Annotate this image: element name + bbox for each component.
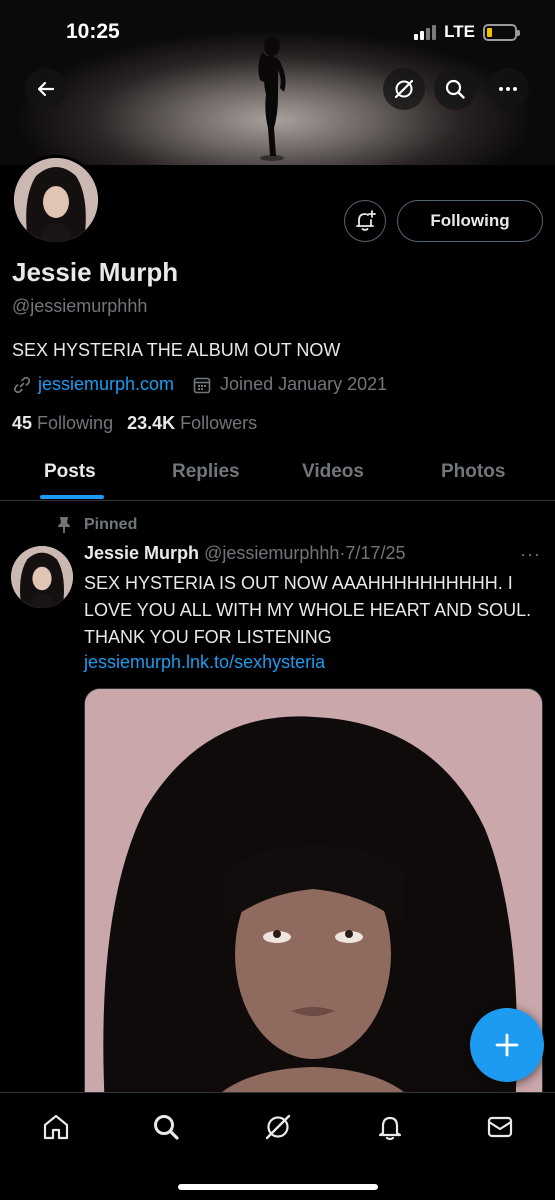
back-button[interactable] — [25, 68, 67, 110]
following-button[interactable]: Following — [397, 200, 543, 242]
signal-icon — [414, 24, 437, 40]
nav-grok[interactable] — [262, 1111, 294, 1143]
profile-avatar[interactable] — [11, 155, 101, 245]
active-tab-indicator — [40, 495, 104, 499]
pinned-indicator: Pinned — [56, 516, 137, 534]
status-time: 10:25 — [66, 20, 120, 43]
post-date[interactable]: 7/17/25 — [345, 543, 405, 563]
home-indicator[interactable] — [178, 1184, 378, 1190]
link-icon — [13, 376, 31, 393]
avatar-image — [14, 158, 98, 242]
more-button[interactable] — [487, 68, 529, 110]
tab-photos[interactable]: Photos — [441, 461, 505, 483]
banner-silhouette — [258, 36, 286, 161]
profile-meta: jessiemurph.com Joined January 2021 — [12, 374, 387, 395]
profile-handle: @jessiemurphhh — [12, 296, 148, 316]
grok-icon — [265, 1114, 291, 1140]
pinned-label: Pinned — [84, 516, 138, 533]
website-link[interactable]: jessiemurph.com — [38, 374, 174, 395]
back-arrow-icon — [37, 81, 55, 97]
notifications-icon — [378, 1116, 402, 1141]
display-name: Jessie Murph — [12, 257, 179, 287]
tab-replies[interactable]: Replies — [172, 461, 240, 483]
notify-button[interactable] — [344, 200, 386, 242]
nav-home[interactable] — [40, 1111, 72, 1143]
grok-icon — [394, 79, 414, 99]
following-label: Following — [37, 413, 114, 433]
profile-stats: 45 Following 23.4K Followers — [12, 413, 257, 434]
search-button[interactable] — [434, 68, 476, 110]
post-author-name[interactable]: Jessie Murph — [84, 543, 199, 563]
tab-posts[interactable]: Posts — [44, 461, 96, 483]
battery-icon — [483, 23, 520, 41]
search-icon — [445, 79, 465, 99]
nav-messages[interactable] — [484, 1111, 516, 1143]
joined-date: Joined January 2021 — [220, 374, 388, 394]
messages-icon — [487, 1116, 513, 1138]
pin-icon — [58, 517, 70, 533]
profile-bio: SEX HYSTERIA THE ALBUM OUT NOW — [12, 340, 341, 360]
post-more-button[interactable]: ··· — [520, 544, 541, 565]
post-avatar[interactable] — [11, 546, 73, 608]
following-stat[interactable]: 45 Following — [12, 413, 113, 434]
followers-count: 23.4K — [127, 413, 176, 433]
following-count: 45 — [12, 413, 33, 433]
nav-notifications[interactable] — [374, 1111, 406, 1143]
compose-button[interactable] — [470, 1008, 544, 1082]
more-icon — [499, 87, 517, 91]
post-header: Jessie Murph @jessiemurphhh·7/17/25 — [84, 543, 405, 564]
post-text: SEX HYSTERIA IS OUT NOW AAAHHHHHHHHHH. I… — [84, 573, 532, 647]
post-avatar-image — [11, 546, 73, 608]
followers-stat[interactable]: 23.4K Followers — [127, 413, 257, 434]
tab-videos[interactable]: Videos — [302, 461, 364, 483]
followers-label: Followers — [180, 413, 258, 433]
home-icon — [43, 1114, 69, 1140]
search-icon — [154, 1115, 179, 1140]
status-indicators: LTE — [414, 22, 520, 42]
bell-plus-icon — [356, 210, 376, 231]
grok-button[interactable] — [383, 68, 425, 110]
calendar-icon — [193, 377, 211, 393]
profile-tabs: Posts Replies Videos Photos — [0, 445, 555, 501]
plus-icon — [495, 1033, 519, 1057]
post-author-handle[interactable]: @jessiemurphhh — [204, 543, 339, 563]
network-label: LTE — [444, 22, 475, 41]
nav-search[interactable] — [150, 1111, 182, 1143]
post-link[interactable]: jessiemurph.lnk.to/sexhysteria — [84, 652, 325, 673]
